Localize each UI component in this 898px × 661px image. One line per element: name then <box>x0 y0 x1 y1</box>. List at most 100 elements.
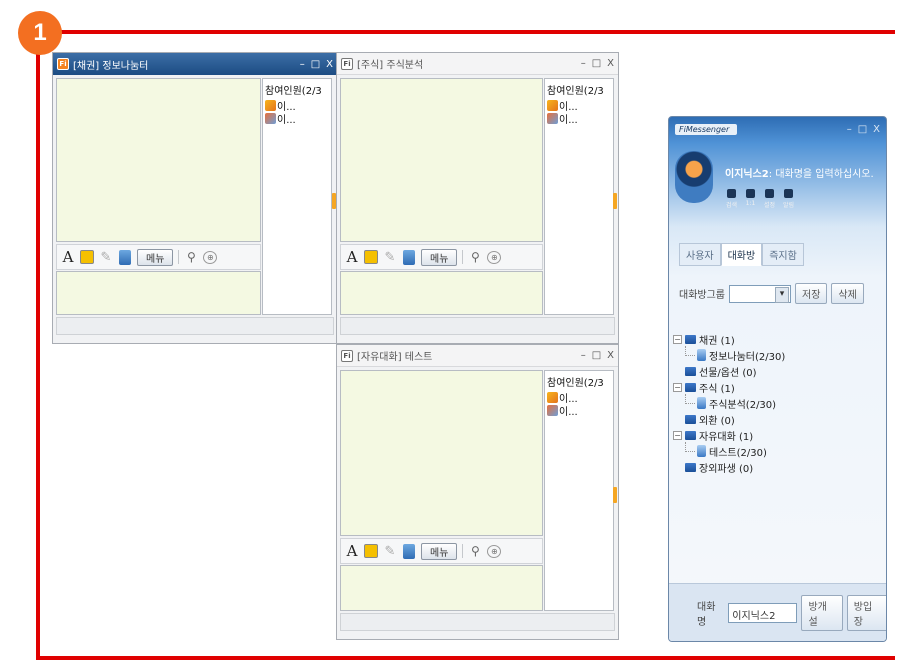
chat-window-free-talk[interactable]: Fi [자유대화] 테스트 – □ X A ✎ 메뉴 ⚲ ⊕ 참여인원(2/3 … <box>336 344 619 640</box>
close-icon[interactable]: X <box>607 58 614 69</box>
participant-item[interactable]: 이... <box>547 112 611 126</box>
notice-icon[interactable]: 알림 <box>782 189 795 209</box>
status-bar <box>340 317 615 335</box>
zoom-icon[interactable]: ⊕ <box>487 544 502 558</box>
tree-group-bond[interactable]: − 채권 (1) <box>673 331 878 347</box>
menu-button[interactable]: 메뉴 <box>421 542 458 560</box>
room-group-select[interactable] <box>729 284 791 303</box>
folder-icon <box>685 462 696 472</box>
tree-group-otc-derivatives[interactable]: 장외파생 (0) <box>673 459 878 475</box>
nickname-input[interactable]: 이지닉스2 <box>728 602 798 623</box>
collapse-icon[interactable]: − <box>673 382 682 392</box>
participant-item[interactable]: 이... <box>547 99 611 113</box>
font-icon[interactable]: A <box>345 542 359 560</box>
one-to-one-icon[interactable]: 1:1 <box>744 189 757 209</box>
minimize-icon[interactable]: – <box>300 59 305 70</box>
tab-chat-rooms[interactable]: 대화방 <box>720 243 763 266</box>
menu-button[interactable]: 메뉴 <box>421 248 458 266</box>
enter-room-button[interactable]: 방입장 <box>846 594 886 631</box>
step-number-badge: 1 <box>18 11 62 55</box>
tree-group-stock[interactable]: − 주식 (1) <box>673 379 878 395</box>
messenger-logo: FiMessenger <box>675 123 738 135</box>
chat-messages-area <box>56 78 261 242</box>
chat-titlebar[interactable]: Fi [채권] 정보나눔터 – □ X <box>53 53 337 75</box>
maximize-icon[interactable]: □ <box>858 124 867 135</box>
participant-item[interactable]: 이... <box>547 391 611 405</box>
chat-messages-area <box>340 78 543 242</box>
status-message[interactable]: 이지닉스2: 대화명을 입력하십시오. <box>725 165 874 180</box>
frame-bottom-border <box>36 656 895 660</box>
close-icon[interactable]: X <box>873 124 880 135</box>
tree-room-test[interactable]: 테스트(2/30) <box>673 442 878 459</box>
folder-icon <box>685 382 696 392</box>
tree-group-forex[interactable]: 외환 (0) <box>673 411 878 427</box>
profile-avatar[interactable] <box>675 151 713 203</box>
zoom-icon[interactable]: ⊕ <box>203 250 218 264</box>
search-icon[interactable]: ⚲ <box>468 542 482 560</box>
emoticon-icon[interactable] <box>80 250 94 264</box>
file-send-icon[interactable] <box>403 543 415 559</box>
file-send-icon[interactable] <box>119 249 131 265</box>
search-icon[interactable]: 검색 <box>725 189 738 209</box>
messenger-window[interactable]: FiMessenger – □ X 이지닉스2: 대화명을 입력하십시오. 검색… <box>668 116 887 642</box>
tree-room-stock-analysis[interactable]: 주식분석(2/30) <box>673 394 878 411</box>
delete-button[interactable]: 삭제 <box>831 283 864 304</box>
app-icon: Fi <box>341 57 353 70</box>
font-icon[interactable]: A <box>345 248 359 266</box>
message-input[interactable] <box>340 565 543 611</box>
save-button[interactable]: 저장 <box>795 283 828 304</box>
collapse-icon[interactable]: − <box>673 430 682 440</box>
maximize-icon[interactable]: □ <box>311 59 320 70</box>
search-icon[interactable]: ⚲ <box>468 248 482 266</box>
minimize-icon[interactable]: – <box>581 350 586 361</box>
chat-window-stock[interactable]: Fi [주식] 주식분석 – □ X A ✎ 메뉴 ⚲ ⊕ 참여인원(2/3 이… <box>336 52 619 344</box>
chat-titlebar[interactable]: Fi [주식] 주식분석 – □ X <box>337 53 618 75</box>
nickname-label: 대화명 <box>697 601 716 628</box>
minimize-icon[interactable]: – <box>847 124 852 135</box>
user-icon <box>265 100 276 111</box>
brush-icon[interactable]: ✎ <box>383 248 397 266</box>
close-icon[interactable]: X <box>607 350 614 361</box>
emoticon-icon[interactable] <box>364 544 378 558</box>
status-bar <box>340 613 615 631</box>
font-icon[interactable]: A <box>61 248 75 266</box>
tree-room-info-share[interactable]: 정보나눔터(2/30) <box>673 346 878 363</box>
tab-users[interactable]: 사용자 <box>679 243 721 266</box>
file-send-icon[interactable] <box>403 249 415 265</box>
user-icon <box>547 405 558 416</box>
maximize-icon[interactable]: □ <box>592 58 601 69</box>
message-input[interactable] <box>340 271 543 315</box>
folder-icon <box>685 366 696 376</box>
panel-splitter-handle[interactable] <box>613 193 617 209</box>
zoom-icon[interactable]: ⊕ <box>487 250 502 264</box>
brush-icon[interactable]: ✎ <box>99 248 113 266</box>
chat-toolbar: A ✎ 메뉴 ⚲ ⊕ <box>340 244 543 270</box>
message-input[interactable] <box>56 271 261 315</box>
settings-icon[interactable]: 설정 <box>763 189 776 209</box>
user-icon <box>547 100 558 111</box>
emoticon-icon[interactable] <box>364 250 378 264</box>
frame-top-border <box>36 30 895 34</box>
participant-item[interactable]: 이... <box>265 99 329 113</box>
messenger-titlebar[interactable]: FiMessenger – □ X <box>669 117 886 141</box>
chat-window-bond[interactable]: Fi [채권] 정보나눔터 – □ X A ✎ 메뉴 ⚲ ⊕ 참여인원(2/3 … <box>52 52 338 344</box>
brush-icon[interactable]: ✎ <box>383 542 397 560</box>
panel-splitter-handle[interactable] <box>613 487 617 503</box>
participant-item[interactable]: 이... <box>265 112 329 126</box>
toolbar-divider <box>462 250 464 264</box>
tree-group-free-talk[interactable]: − 자유대화 (1) <box>673 427 878 443</box>
participant-item[interactable]: 이... <box>547 404 611 418</box>
minimize-icon[interactable]: – <box>581 58 586 69</box>
tab-inbox[interactable]: 즉지함 <box>762 243 804 266</box>
chat-titlebar[interactable]: Fi [자유대화] 테스트 – □ X <box>337 345 618 367</box>
close-icon[interactable]: X <box>326 59 333 70</box>
participant-list: 참여인원(2/3 이... 이... <box>262 78 332 315</box>
tree-group-futures[interactable]: 선물/옵션 (0) <box>673 363 878 379</box>
user-name: 이지닉스2 <box>725 169 769 180</box>
collapse-icon[interactable]: − <box>673 334 682 344</box>
chat-room-icon <box>697 349 706 361</box>
search-icon[interactable]: ⚲ <box>184 248 198 266</box>
maximize-icon[interactable]: □ <box>592 350 601 361</box>
menu-button[interactable]: 메뉴 <box>137 248 174 266</box>
create-room-button[interactable]: 방개설 <box>801 594 843 631</box>
